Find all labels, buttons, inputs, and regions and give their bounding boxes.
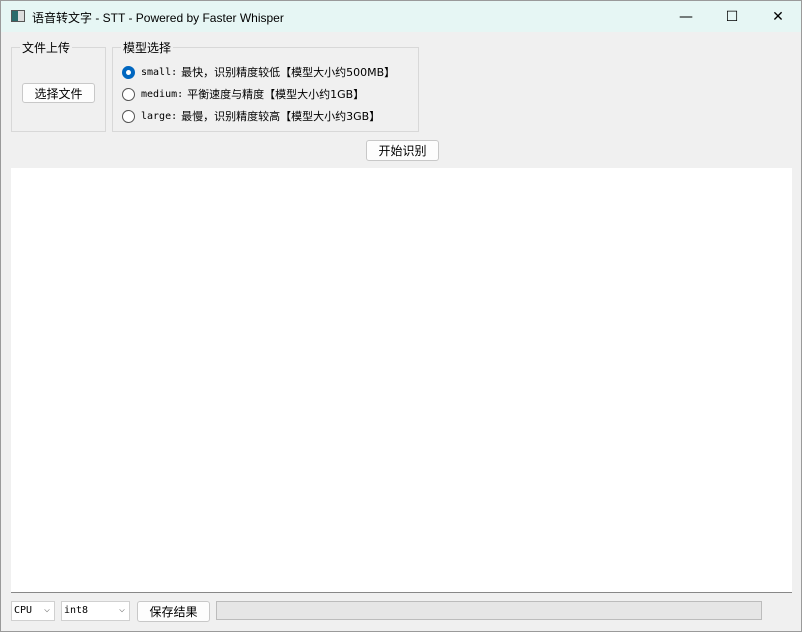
radio-large[interactable]: large: 最慢，识别精度较高【模型大小约3GB】	[122, 108, 380, 124]
model-select-legend: 模型选择	[121, 39, 174, 56]
window-title: 语音转文字 - STT - Powered by Faster Whisper	[32, 11, 284, 25]
output-text-area[interactable]	[11, 168, 792, 593]
model-select-group: 模型选择 small: 最快，识别精度较低【模型大小约500MB】 medium:…	[112, 39, 419, 132]
progress-bar	[216, 601, 762, 620]
file-upload-legend: 文件上传	[20, 39, 73, 56]
save-result-button[interactable]: 保存结果	[137, 601, 210, 622]
file-upload-group: 文件上传 选择文件	[11, 39, 106, 132]
chevron-down-icon: ⌵	[118, 604, 125, 615]
choose-file-button[interactable]: 选择文件	[22, 83, 95, 103]
minimize-button[interactable]: —	[663, 1, 709, 32]
radio-button[interactable]	[122, 65, 135, 79]
radio-button[interactable]	[122, 87, 135, 101]
radio-medium[interactable]: medium: 平衡速度与精度【模型大小约1GB】	[122, 86, 364, 102]
app-icon	[11, 10, 25, 22]
close-button[interactable]: ✕	[755, 1, 801, 32]
radio-button[interactable]	[122, 109, 135, 123]
chevron-down-icon: ⌵	[43, 604, 50, 615]
maximize-button[interactable]: ☐	[709, 1, 755, 32]
start-recognition-button[interactable]: 开始识别	[366, 140, 439, 161]
radio-small[interactable]: small: 最快，识别精度较低【模型大小约500MB】	[122, 64, 395, 80]
device-select[interactable]: CPU ⌵	[11, 601, 55, 621]
compute-type-select[interactable]: int8 ⌵	[61, 601, 130, 621]
title-bar: 语音转文字 - STT - Powered by Faster Whisper …	[1, 1, 801, 32]
